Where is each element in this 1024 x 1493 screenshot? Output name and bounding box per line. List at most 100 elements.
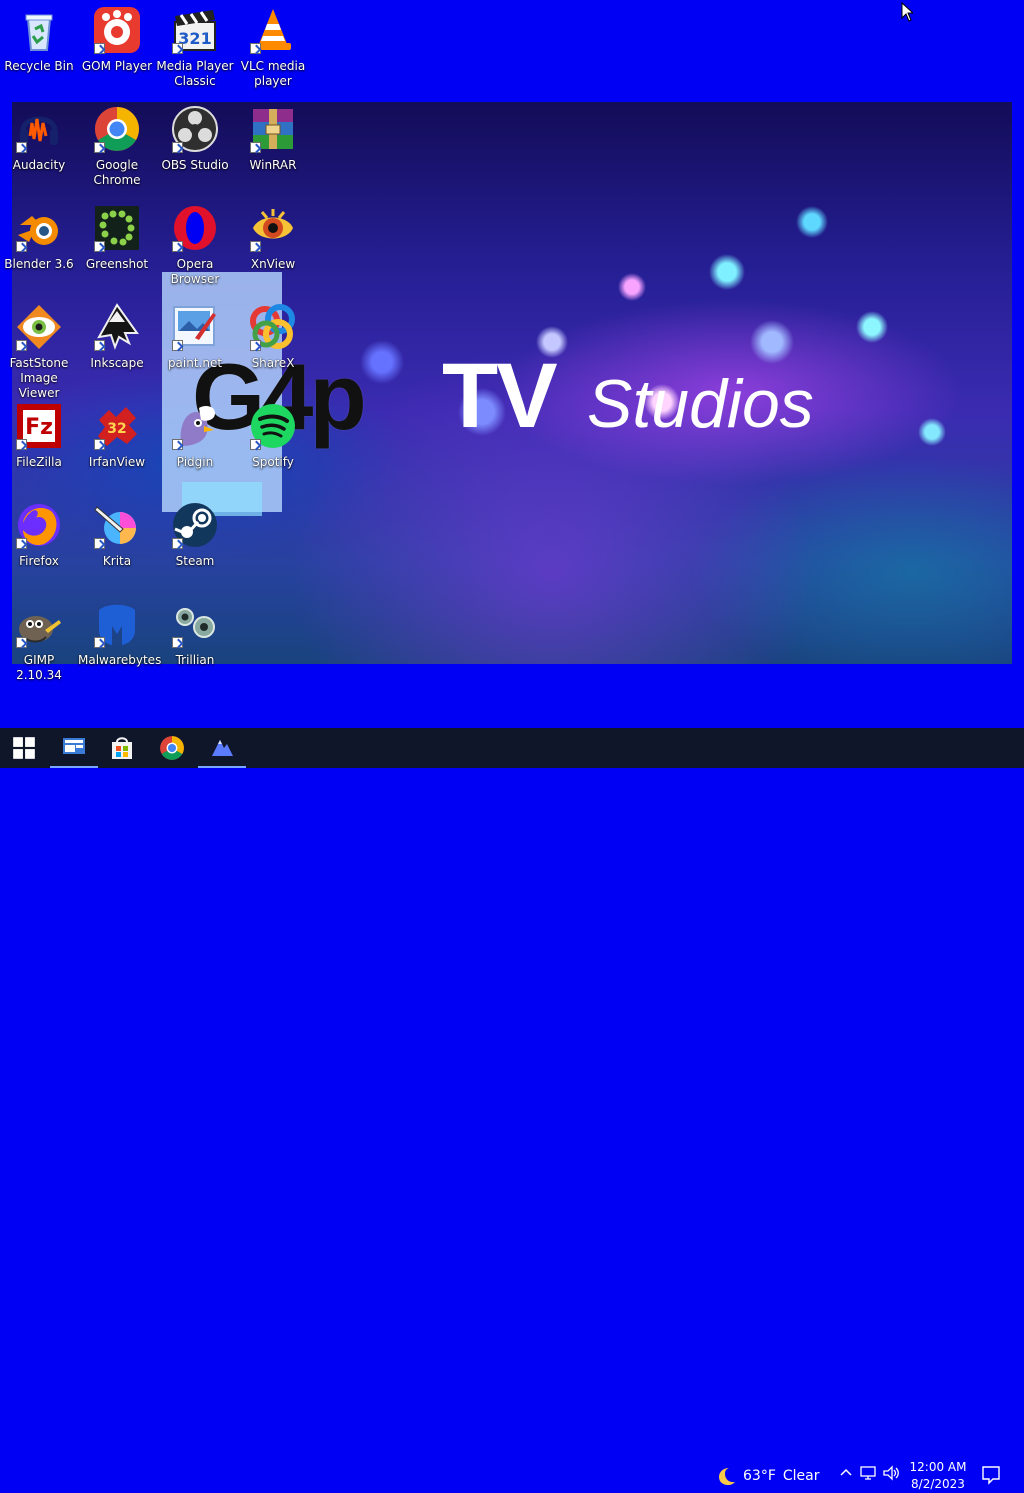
desktop-icon-label: Steam [175,554,215,568]
system-tray [838,1464,900,1482]
desktop-icon-vlc-media-player[interactable]: VLC media player [234,6,312,88]
shortcut-arrow-icon [94,637,105,648]
wallpaper-logo-tv: TV [442,345,558,447]
paintnet-icon [171,303,219,351]
inkscape-icon [93,303,141,351]
desktop-icon-malwarebytes[interactable]: Malwarebytes [78,600,162,682]
desktop-icon-paint-net[interactable]: paint.net [156,303,234,385]
shortcut-arrow-icon [94,439,105,450]
taskbar: 63°F Clear 12:00 AM 8/2/2023 [0,728,1024,1491]
recycle-bin-icon [15,6,63,54]
taskbar-clock[interactable]: 12:00 AM 8/2/2023 [906,1459,970,1493]
desktop-icon-blender[interactable]: Blender 3.6 [0,204,78,286]
xnview-icon [249,204,297,252]
app-window-icon [63,738,85,754]
desktop-icon-audacity[interactable]: Audacity [0,105,78,187]
desktop-icon-faststone-image-viewer[interactable]: FastStone Image Viewer [0,303,78,400]
desktop-icon-krita[interactable]: Krita [78,501,156,583]
shortcut-arrow-icon [172,142,183,153]
shortcut-arrow-icon [172,241,183,252]
shortcut-arrow-icon [16,241,27,252]
opera-icon [171,204,219,252]
media-player-classic-icon: 321 [171,6,219,54]
desktop-icon-irfanview[interactable]: 32 IrfanView [78,402,156,484]
desktop-icon-inkscape[interactable]: Inkscape [78,303,156,385]
desktop-icon-label: Recycle Bin [4,59,74,73]
shortcut-arrow-icon [172,538,183,549]
sharex-icon [249,303,297,351]
start-button[interactable] [0,728,48,768]
shortcut-arrow-icon [172,43,183,54]
firefox-icon [15,501,63,549]
taskbar-app-chrome[interactable] [148,728,196,768]
desktop-icon-recycle-bin[interactable]: Recycle Bin [0,6,78,88]
desktop-icon-filezilla[interactable]: Fz FileZilla [0,402,78,484]
desktop-icon-label: Greenshot [85,257,149,271]
desktop-icon-pidgin[interactable]: Pidgin [156,402,234,484]
desktop-icon-label: GIMP 2.10.34 [16,653,62,682]
shortcut-arrow-icon [250,43,261,54]
svg-text:32: 32 [107,421,126,437]
desktop-icon-media-player-classic[interactable]: 321 Media Player Classic [156,6,234,88]
desktop-icon-trillian[interactable]: Trillian [156,600,234,682]
weather-widget[interactable]: 63°F Clear [716,1466,820,1486]
desktop-icon-obs-studio[interactable]: OBS Studio [156,105,234,187]
desktop-icon-label: FastStone Image Viewer [9,356,69,400]
desktop-icon-label: WinRAR [249,158,297,172]
desktop-icon-opera-browser[interactable]: Opera Browser [156,204,234,286]
shortcut-arrow-icon [172,439,183,450]
desktop-icon-label: Malwarebytes [78,653,162,667]
shortcut-arrow-icon [94,538,105,549]
shortcut-arrow-icon [250,439,261,450]
shortcut-arrow-icon [16,538,27,549]
desktop-icon-label: IrfanView [88,455,146,469]
desktop-icon-winrar[interactable]: WinRAR [234,105,312,187]
desktop-icon-gimp[interactable]: GIMP 2.10.34 [0,600,78,682]
desktop-icon-greenshot[interactable]: Greenshot [78,204,156,286]
chevron-up-icon[interactable] [838,1465,854,1481]
shortcut-arrow-icon [94,142,105,153]
desktop-icon-label: Krita [102,554,132,568]
steam-icon [171,501,219,549]
trillian-icon [171,600,219,648]
taskbar-app-store[interactable] [98,728,146,768]
volume-icon[interactable] [882,1464,900,1482]
desktop-icon-label: FileZilla [16,455,62,469]
taskbar-app-1[interactable] [50,728,98,768]
desktop-icon-label: Pidgin [176,455,214,469]
shortcut-arrow-icon [250,142,261,153]
desktop[interactable]: G4p TV Studios Recycle Bin GOM Player 32… [0,0,1024,728]
desktop-icon-label: Inkscape [90,356,144,370]
network-icon[interactable] [859,1464,877,1482]
notification-icon[interactable] [980,1464,1002,1486]
desktop-icon-label: Trillian [175,653,215,667]
desktop-icon-spotify[interactable]: Spotify [234,402,312,484]
shortcut-arrow-icon [172,340,183,351]
clock-time: 12:00 AM [909,1460,967,1474]
desktop-icon-label: Firefox [19,554,59,568]
desktop-icon-google-chrome[interactable]: Google Chrome [78,105,156,187]
desktop-icon-gom-player[interactable]: GOM Player [78,6,156,88]
faststone-icon [15,303,63,351]
svg-text:Fz: Fz [25,415,53,440]
shortcut-arrow-icon [94,241,105,252]
shortcut-arrow-icon [16,142,27,153]
taskbar-app-mountain[interactable] [198,728,246,768]
desktop-icon-label: ShareX [251,356,295,370]
filezilla-icon: Fz [15,402,63,450]
shortcut-arrow-icon [250,340,261,351]
svg-text:321: 321 [178,29,211,48]
desktop-icon-steam[interactable]: Steam [156,501,234,583]
desktop-icon-xnview[interactable]: XnView [234,204,312,286]
audacity-icon [15,105,63,153]
weather-temperature: 63°F [743,1468,776,1484]
vlc-icon [249,6,297,54]
desktop-icon-label: paint.net [167,356,223,370]
shortcut-arrow-icon [16,637,27,648]
pidgin-icon [171,402,219,450]
desktop-icon-sharex[interactable]: ShareX [234,303,312,385]
chrome-icon [160,736,184,760]
desktop-icon-label: Blender 3.6 [4,257,74,271]
gom-player-icon [93,6,141,54]
desktop-icon-firefox[interactable]: Firefox [0,501,78,583]
